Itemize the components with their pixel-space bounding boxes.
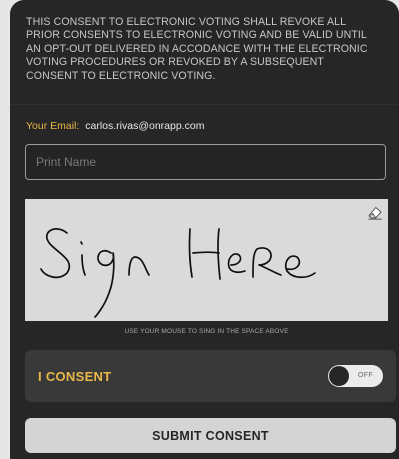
email-row: Your Email: carlos.rivas@onrapp.com [26, 120, 204, 132]
submit-consent-button[interactable]: SUBMIT CONSENT [25, 418, 396, 453]
consent-toggle-row: I CONSENT OFF [25, 350, 396, 402]
consent-card: THIS CONSENT TO ELECTRONIC VOTING SHALL … [10, 0, 399, 459]
toggle-state-label: OFF [358, 372, 373, 379]
divider [10, 104, 399, 105]
email-value: carlos.rivas@onrapp.com [85, 120, 205, 132]
email-label: Your Email: [26, 120, 80, 132]
consent-statement: THIS CONSENT TO ELECTRONIC VOTING SHALL … [26, 16, 368, 82]
handwritten-signature [40, 228, 316, 318]
toggle-knob [329, 366, 349, 386]
consent-label: I CONSENT [38, 369, 112, 384]
signature-hint: USE YOUR MOUSE TO SING IN THE SPACE ABOV… [124, 328, 289, 335]
print-name-input[interactable] [25, 144, 386, 180]
consent-toggle[interactable]: OFF [328, 365, 383, 387]
signature-pad[interactable] [25, 199, 388, 321]
